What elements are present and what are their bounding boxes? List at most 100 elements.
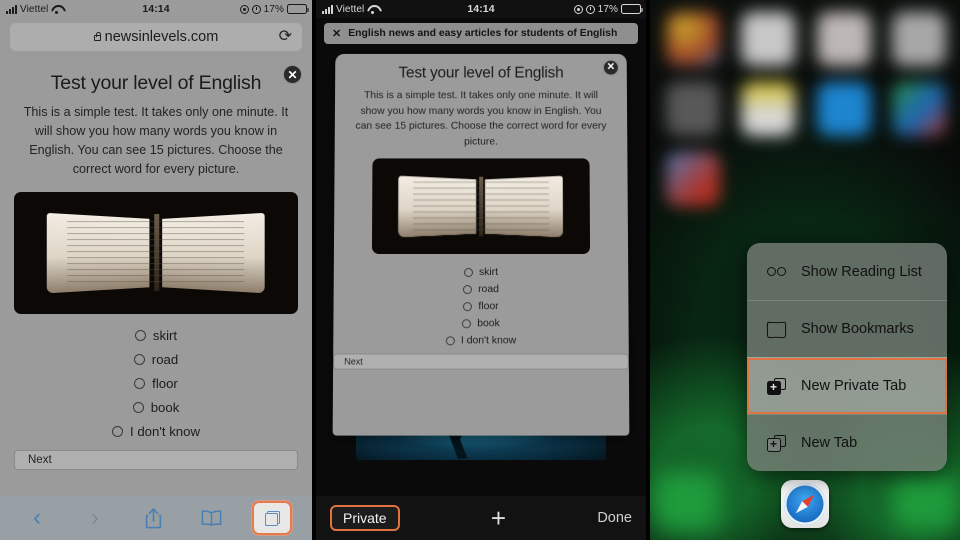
option-label: skirt (152, 328, 178, 344)
glasses-icon (765, 267, 787, 276)
battery-icon (621, 4, 643, 14)
menu-item-label: Show Bookmarks (801, 321, 914, 337)
radio-button[interactable] (134, 378, 146, 390)
panel-home-screen: Show Reading List Show Bookmarks + New P… (650, 0, 960, 540)
back-button[interactable]: ‹ (20, 503, 54, 533)
app-icon[interactable] (741, 82, 796, 136)
url-text: newsinlevels.com (104, 29, 219, 45)
app-icon[interactable] (892, 12, 947, 66)
signal-bars-icon (6, 4, 17, 14)
screenshot-stage: Viettel 14:14 17% newsinlevels.com ⟳ ✕ T… (0, 0, 960, 540)
page-intro-text: This is a simple test. It takes only one… (355, 90, 607, 148)
option-row[interactable]: road (334, 281, 629, 298)
menu-item-show-bookmarks[interactable]: Show Bookmarks (747, 300, 947, 357)
close-icon[interactable]: ✕ (602, 59, 619, 76)
radio-button[interactable] (133, 354, 145, 366)
status-bar-right: 17% (573, 3, 646, 15)
tab-title-chip[interactable]: ✕ English news and easy articles for stu… (324, 23, 638, 44)
lock-icon (93, 32, 101, 41)
next-button[interactable]: Next (333, 353, 629, 371)
app-icon[interactable] (665, 152, 720, 206)
radio-button[interactable] (445, 336, 455, 346)
close-icon[interactable]: ✕ (332, 27, 341, 40)
option-row[interactable]: book (14, 396, 298, 420)
option-row[interactable]: book (333, 316, 628, 333)
wifi-icon (367, 5, 378, 14)
radio-button[interactable] (463, 285, 473, 295)
app-icon[interactable] (741, 12, 796, 66)
option-label: skirt (478, 267, 499, 279)
radio-button[interactable] (112, 426, 124, 438)
option-label: road (151, 352, 179, 368)
done-button[interactable]: Done (597, 510, 632, 526)
option-row[interactable]: skirt (14, 324, 298, 348)
tab-cards-area: ✕ Test your level of English This is a s… (316, 44, 646, 492)
answer-options-list: skirt road floor book I don't know Next (333, 264, 629, 371)
app-icon[interactable] (816, 82, 871, 136)
new-tab-icon: + (765, 434, 787, 452)
tabs-button[interactable] (252, 501, 292, 535)
safari-icon[interactable] (781, 480, 829, 528)
option-row[interactable]: floor (333, 299, 628, 316)
tab-card-front[interactable]: ✕ Test your level of English This is a s… (332, 53, 630, 436)
option-row[interactable]: I don't know (14, 420, 298, 444)
bookmarks-button[interactable] (194, 503, 228, 533)
app-icon[interactable] (817, 152, 871, 206)
radio-button[interactable] (132, 402, 144, 414)
new-tab-plus-icon[interactable]: + (491, 505, 506, 531)
option-label: floor (478, 301, 499, 313)
menu-item-label: New Private Tab (801, 378, 907, 394)
location-icon (239, 4, 249, 14)
battery-percent-label: 17% (597, 3, 618, 15)
carrier-label: Viettel (20, 3, 49, 15)
option-label: I don't know (130, 424, 200, 440)
location-icon (573, 4, 583, 14)
status-bar-panel1: Viettel 14:14 17% (0, 0, 312, 18)
dock (650, 464, 960, 536)
open-book-photo (14, 191, 298, 314)
app-icon[interactable] (892, 82, 947, 136)
radio-button[interactable] (134, 330, 146, 342)
panel-tab-switcher: Viettel 14:14 17% ✕ English news and eas… (316, 0, 646, 540)
menu-item-show-reading-list[interactable]: Show Reading List (747, 243, 947, 300)
open-book-photo (372, 158, 590, 255)
wifi-icon (51, 5, 62, 14)
close-icon[interactable]: ✕ (283, 65, 302, 84)
status-bar-left: Viettel (316, 4, 574, 15)
answer-options-list: skirt road floor book I don't know Next (14, 324, 298, 470)
tab-title-label: English news and easy articles for stude… (348, 28, 618, 39)
page-title: Test your level of English (50, 72, 262, 94)
app-icon[interactable] (816, 12, 871, 66)
option-row[interactable]: I don't know (333, 333, 629, 350)
menu-item-label: New Tab (801, 435, 858, 451)
address-bar[interactable]: newsinlevels.com ⟳ (10, 23, 302, 51)
option-label: floor (152, 376, 178, 392)
reload-icon[interactable]: ⟳ (279, 29, 292, 45)
page-intro-text: This is a simple test. It takes only one… (23, 105, 289, 177)
app-icon[interactable] (665, 82, 720, 136)
battery-icon (287, 4, 309, 14)
option-row[interactable]: road (14, 348, 298, 372)
carrier-label: Viettel (336, 3, 365, 15)
menu-item-new-tab[interactable]: + New Tab (747, 414, 947, 471)
forward-button[interactable]: › (78, 503, 112, 533)
next-button[interactable]: Next (14, 449, 298, 470)
address-bar-container: newsinlevels.com ⟳ (0, 18, 312, 58)
browser-toolbar: ‹ › (0, 496, 312, 540)
menu-item-new-private-tab[interactable]: + New Private Tab (747, 357, 947, 414)
app-icon[interactable] (741, 152, 795, 206)
radio-button[interactable] (463, 302, 473, 312)
radio-button[interactable] (463, 268, 473, 278)
option-label: road (478, 284, 499, 296)
option-row[interactable]: skirt (334, 264, 629, 281)
tabs-icon (264, 510, 280, 526)
option-label: I don't know (460, 335, 517, 347)
web-page-content: ✕ Test your level of English This is a s… (0, 58, 312, 483)
app-icon[interactable] (892, 152, 946, 206)
app-icon[interactable] (665, 12, 720, 66)
radio-button[interactable] (462, 319, 472, 329)
share-button[interactable] (136, 503, 170, 533)
option-row[interactable]: floor (14, 372, 298, 396)
private-button[interactable]: Private (330, 505, 400, 531)
alarm-icon (251, 4, 261, 14)
